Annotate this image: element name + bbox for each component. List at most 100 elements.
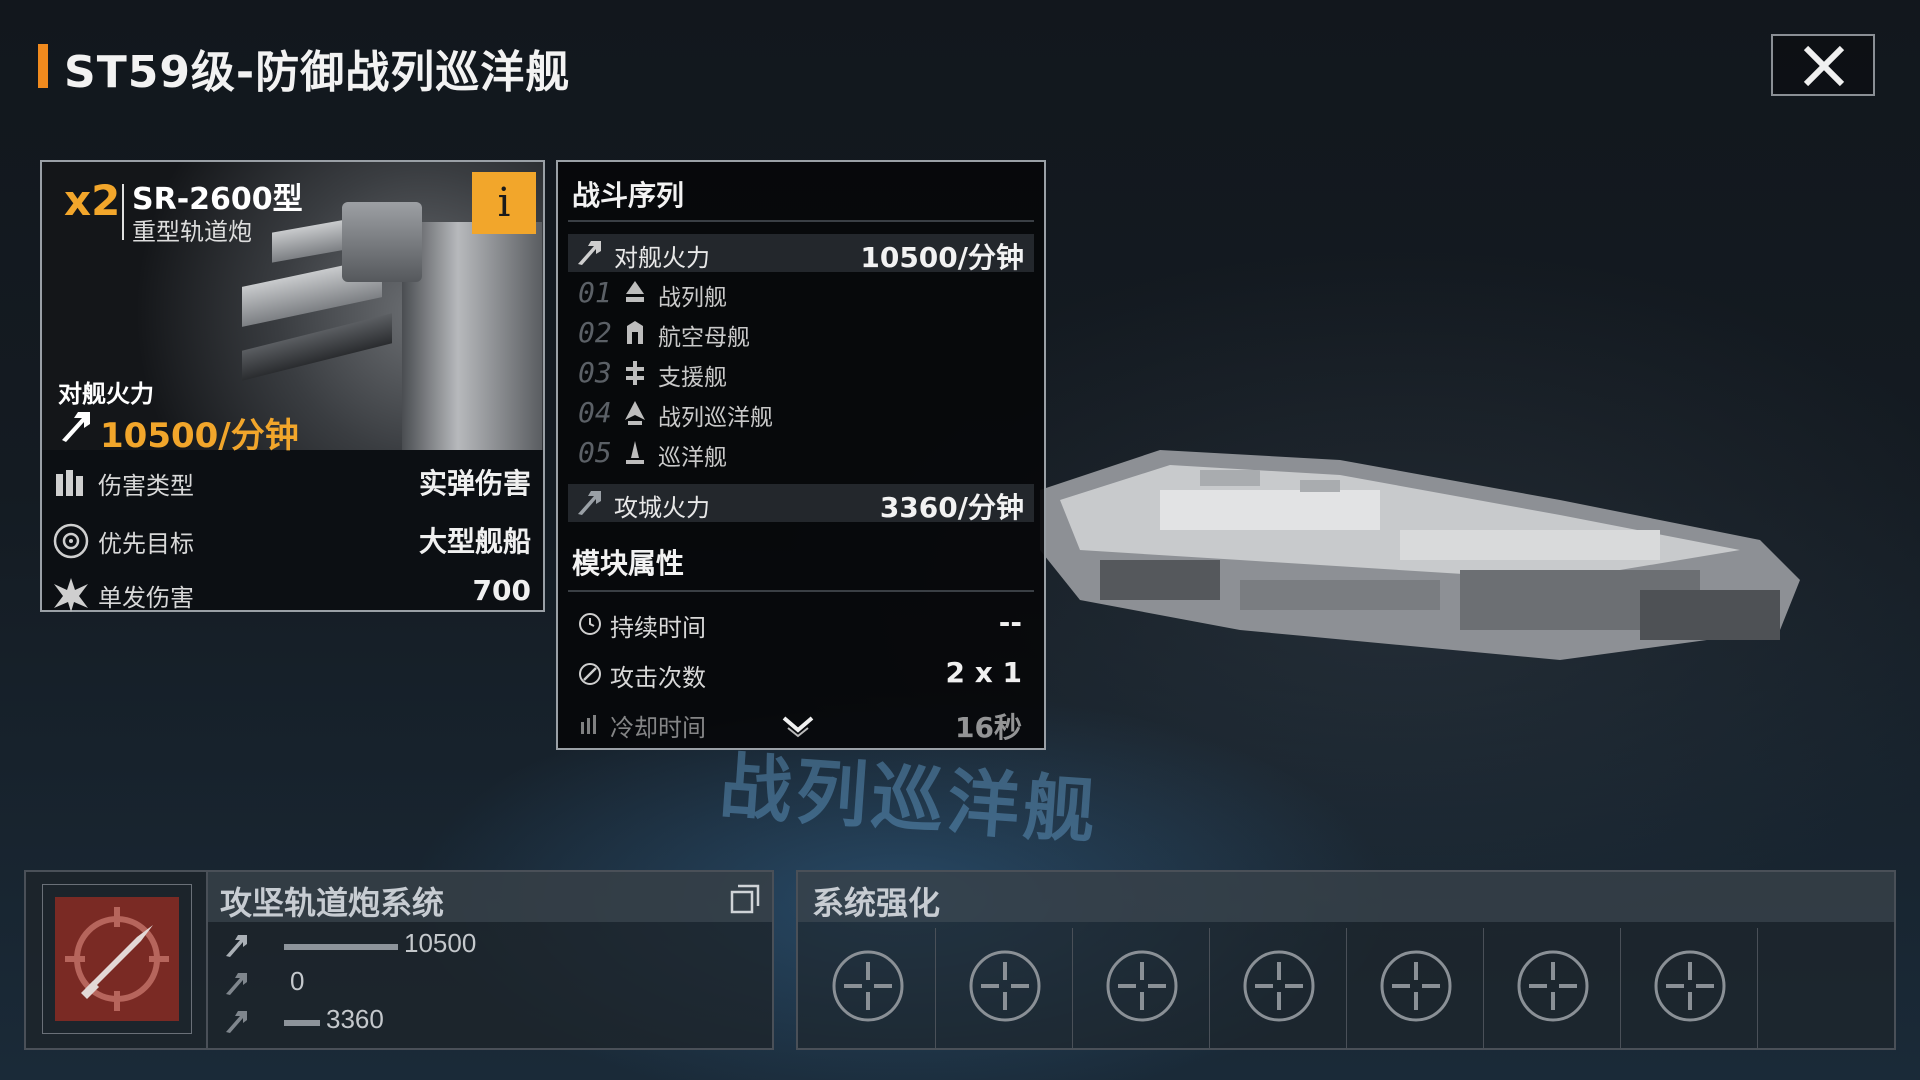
module-attribute-row: 持续时间 -- bbox=[568, 602, 1034, 646]
cooldown-label: 冷却时间 bbox=[610, 714, 706, 742]
burst-icon bbox=[54, 578, 88, 612]
firepower-label: 对舰火力 bbox=[58, 380, 154, 408]
anti-ship-icon bbox=[226, 935, 247, 957]
priority-number: 04 bbox=[578, 396, 612, 429]
target-icon bbox=[53, 523, 89, 559]
enhancement-header-bar bbox=[798, 872, 1894, 922]
stats-panel[interactable]: 战斗序列 对舰火力 10500/分钟 01 战列舰 02 航空母舰 03 支援舰… bbox=[556, 160, 1046, 750]
empty-slot-icon bbox=[832, 950, 904, 1022]
priority-item: 04 战列巡洋舰 bbox=[578, 394, 978, 432]
section-divider bbox=[568, 220, 1034, 222]
enhancement-slot[interactable] bbox=[1074, 928, 1210, 1048]
priority-target-value: 大型舰船 bbox=[418, 525, 531, 558]
module-icon bbox=[55, 897, 179, 1021]
duration-label: 持续时间 bbox=[610, 614, 706, 642]
attack-count-label: 攻击次数 bbox=[610, 664, 706, 692]
railgun-shell-icon bbox=[65, 907, 169, 1011]
battlecruiser-icon bbox=[625, 401, 645, 425]
stat-bar-value: 0 bbox=[290, 966, 305, 996]
battle-sequence-title: 战斗序列 bbox=[572, 179, 685, 212]
priority-label: 支援舰 bbox=[658, 365, 727, 391]
single-damage-label: 单发伤害 bbox=[98, 584, 194, 612]
stat-bar-fill bbox=[284, 944, 398, 950]
priority-number: 05 bbox=[578, 436, 612, 469]
enhancement-slot[interactable] bbox=[1485, 928, 1621, 1048]
anti-ship-label: 对舰火力 bbox=[614, 244, 710, 272]
module-stat-bar: 3360 bbox=[224, 1004, 744, 1040]
siege-firepower-row: 攻城火力 3360/分钟 bbox=[568, 484, 1034, 524]
module-system-title: 攻坚轨道炮系统 bbox=[220, 884, 445, 922]
damage-type-label: 伤害类型 bbox=[98, 472, 194, 500]
empty-slot-icon bbox=[1517, 950, 1589, 1022]
duration-value: -- bbox=[998, 606, 1022, 639]
anti-ship-value: 10500/分钟 bbox=[860, 241, 1024, 274]
priority-number: 01 bbox=[578, 276, 612, 309]
module-attributes-title: 模块属性 bbox=[572, 547, 685, 580]
info-button[interactable]: i bbox=[472, 172, 536, 234]
priority-label: 战列舰 bbox=[658, 285, 727, 311]
empty-slot-icon bbox=[1243, 950, 1315, 1022]
page-title: ST59级-防御战列巡洋舰 bbox=[64, 47, 571, 98]
siege-icon bbox=[226, 1011, 247, 1033]
module-icon-frame[interactable] bbox=[42, 884, 192, 1034]
stat-bar-value: 10500 bbox=[404, 928, 477, 958]
siege-icon bbox=[578, 491, 601, 515]
section-divider bbox=[568, 590, 1034, 592]
enhancement-slot[interactable] bbox=[800, 928, 936, 1048]
anti-ship-icon bbox=[62, 412, 90, 442]
single-damage-value: 700 bbox=[472, 574, 531, 607]
empty-slot-icon bbox=[1106, 950, 1178, 1022]
attack-count-icon bbox=[579, 663, 601, 685]
cooldown-icon bbox=[581, 715, 596, 734]
priority-item: 03 支援舰 bbox=[578, 354, 978, 392]
priority-item: 02 航空母舰 bbox=[578, 314, 978, 352]
priority-number: 02 bbox=[578, 316, 612, 349]
close-icon[interactable] bbox=[1800, 42, 1848, 90]
system-enhancement-panel: 系统强化 bbox=[796, 870, 1896, 1050]
chevron-down-icon[interactable] bbox=[780, 714, 816, 738]
enhancement-slot[interactable] bbox=[1622, 928, 1758, 1048]
cruiser-icon bbox=[626, 441, 644, 464]
firepower-value: 10500/分钟 bbox=[100, 416, 299, 456]
system-enhancement-title: 系统强化 bbox=[812, 884, 941, 922]
priority-label: 战列巡洋舰 bbox=[658, 405, 773, 431]
clock-icon bbox=[579, 613, 601, 635]
weapon-count: x2 bbox=[64, 176, 121, 225]
cooldown-value: 16秒 bbox=[955, 711, 1022, 744]
priority-label: 巡洋舰 bbox=[658, 445, 727, 471]
module-attribute-row: 攻击次数 2 x 1 bbox=[568, 652, 1034, 696]
anti-aircraft-icon bbox=[226, 973, 247, 995]
priority-label: 航空母舰 bbox=[658, 325, 750, 351]
anti-ship-icon bbox=[578, 241, 601, 265]
priority-item: 05 巡洋舰 bbox=[578, 434, 978, 472]
stat-bar-fill bbox=[284, 1020, 320, 1026]
empty-slot-icon bbox=[969, 950, 1041, 1022]
priority-target-label: 优先目标 bbox=[98, 530, 194, 558]
module-stat-bar: 0 bbox=[224, 966, 744, 1002]
carrier-icon bbox=[627, 321, 643, 344]
copy-icon[interactable] bbox=[730, 884, 760, 914]
damage-type-value: 实弹伤害 bbox=[418, 467, 531, 500]
enhancement-slot[interactable] bbox=[937, 928, 1073, 1048]
support-ship-icon bbox=[626, 361, 644, 385]
enhancement-slot[interactable] bbox=[1211, 928, 1347, 1048]
ammo-icon bbox=[56, 470, 83, 496]
priority-number: 03 bbox=[578, 356, 612, 389]
module-stat-bar: 10500 bbox=[224, 928, 744, 964]
empty-slot-icon bbox=[1380, 950, 1452, 1022]
module-system-panel[interactable]: 攻坚轨道炮系统 10500 0 3360 bbox=[24, 870, 774, 1050]
enhancement-slot[interactable] bbox=[1348, 928, 1484, 1048]
empty-slot-icon bbox=[1654, 950, 1726, 1022]
close-button[interactable] bbox=[1771, 34, 1875, 96]
weapon-stat-row: 单发伤害 700 bbox=[42, 566, 543, 622]
priority-item: 01 战列舰 bbox=[578, 274, 978, 312]
title-accent-bar bbox=[38, 44, 48, 88]
stat-bar-value: 3360 bbox=[326, 1004, 384, 1034]
battleship-icon bbox=[626, 281, 644, 302]
siege-label: 攻城火力 bbox=[614, 494, 710, 522]
ship-model-image bbox=[1040, 450, 1800, 660]
weapon-stat-row: 伤害类型 实弹伤害 bbox=[42, 454, 543, 510]
weapon-type: 重型轨道炮 bbox=[132, 218, 252, 246]
anti-ship-firepower-row: 对舰火力 10500/分钟 bbox=[568, 234, 1034, 274]
weapon-stat-row: 优先目标 大型舰船 bbox=[42, 512, 543, 568]
